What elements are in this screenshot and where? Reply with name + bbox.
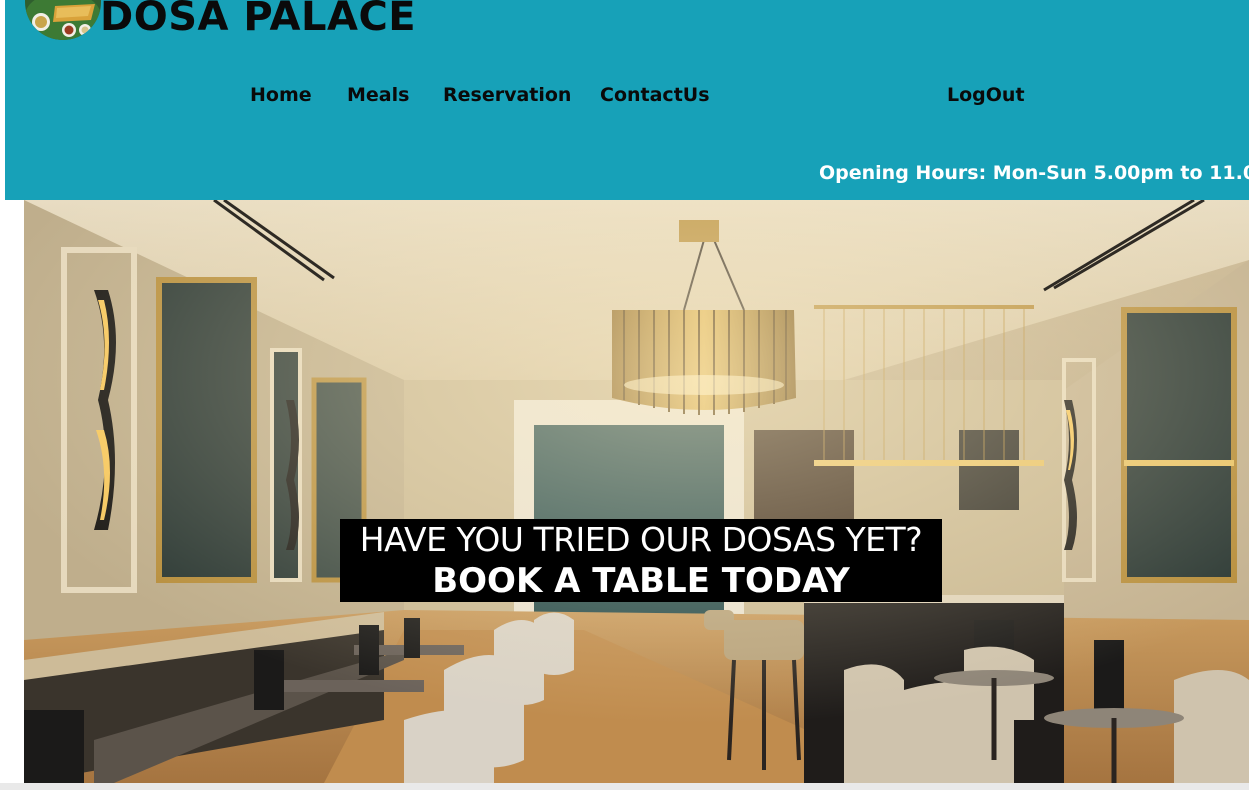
site-title: DOSA PALACE (100, 0, 417, 40)
nav-contact-link[interactable]: ContactUs (600, 84, 710, 106)
restaurant-interior-image (24, 200, 1249, 783)
hero-headline: HAVE YOU TRIED OUR DOSAS YET? (359, 520, 923, 559)
opening-hours-text: Opening Hours: Mon-Sun 5.00pm to 11.00pm (819, 162, 1249, 184)
book-table-cta[interactable]: BOOK A TABLE TODAY (340, 561, 942, 601)
nav-reservation-link[interactable]: Reservation (443, 84, 571, 106)
hero-banner[interactable]: HAVE YOU TRIED OUR DOSAS YET? BOOK A TAB… (340, 519, 942, 602)
nav-meals-link[interactable]: Meals (347, 84, 409, 106)
nav-home-link[interactable]: Home (250, 84, 312, 106)
horizontal-scrollbar[interactable] (0, 783, 1249, 790)
site-header: DOSA PALACE Home Meals Reservation Conta… (5, 0, 1249, 200)
dosa-logo-image[interactable] (25, 0, 101, 40)
logout-link[interactable]: LogOut (947, 84, 1025, 106)
